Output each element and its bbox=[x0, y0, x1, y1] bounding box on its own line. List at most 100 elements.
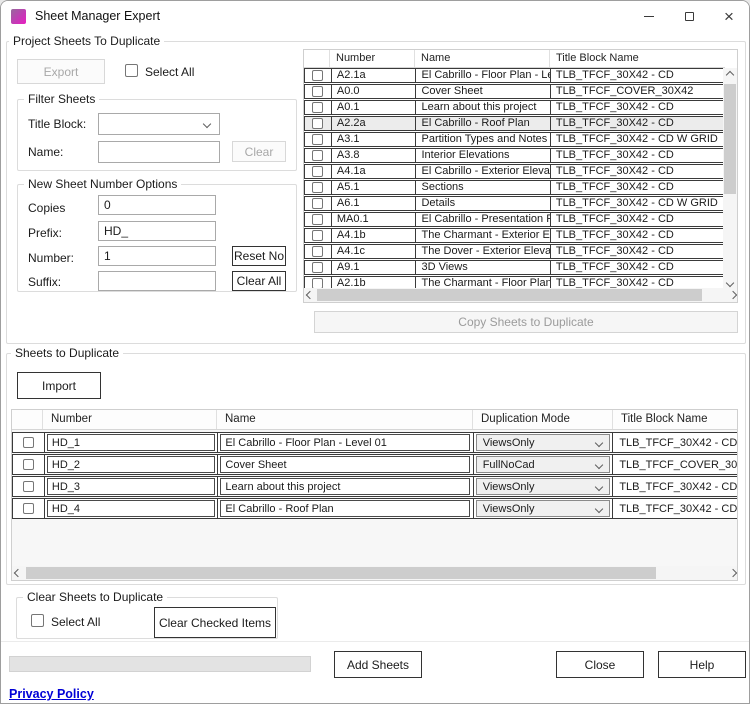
sheet-number: A0.0 bbox=[331, 85, 416, 98]
prefix-label: Prefix: bbox=[28, 226, 62, 240]
row-checkbox[interactable] bbox=[312, 230, 323, 241]
help-button[interactable]: Help bbox=[658, 651, 746, 678]
suffix-input[interactable] bbox=[98, 271, 216, 291]
duplicate-sheet-row[interactable]: FullNoCadTLB_TFCF_COVER_30X42 bbox=[12, 454, 738, 475]
row-checkbox[interactable] bbox=[23, 481, 34, 492]
sheet-name: 3D Views bbox=[415, 261, 549, 274]
project-sheet-row[interactable]: A3.8Interior ElevationsTLB_TFCF_30X42 - … bbox=[304, 148, 725, 163]
duplication-mode-cell: FullNoCad bbox=[473, 455, 613, 474]
duplicate-number-input[interactable] bbox=[47, 456, 215, 473]
project-sheet-row[interactable]: A4.1aEl Cabrillo - Exterior ElevationsTL… bbox=[304, 164, 725, 179]
duplicate-sheet-row[interactable]: ViewsOnlyTLB_TFCF_30X42 - CD bbox=[12, 476, 738, 497]
vertical-scrollbar[interactable] bbox=[723, 68, 737, 290]
scroll-up-arrow[interactable] bbox=[723, 68, 737, 82]
clear-all-numbers-button[interactable]: Clear All bbox=[232, 271, 286, 291]
duplicate-number-input[interactable] bbox=[47, 500, 215, 517]
sheet-name: Partition Types and Notes bbox=[415, 133, 549, 146]
row-checkbox-cell bbox=[305, 181, 331, 194]
duplicate-number-input[interactable] bbox=[47, 478, 215, 495]
project-sheet-row[interactable]: A9.13D ViewsTLB_TFCF_30X42 - CD bbox=[304, 260, 725, 275]
horizontal-scroll-thumb[interactable] bbox=[26, 567, 656, 579]
import-button[interactable]: Import bbox=[17, 372, 101, 399]
duplicate-sheet-row[interactable]: ViewsOnlyTLB_TFCF_30X42 - CD bbox=[12, 498, 738, 519]
row-checkbox[interactable] bbox=[312, 150, 323, 161]
duplicate-name-input[interactable] bbox=[220, 434, 470, 451]
vertical-scroll-thumb[interactable] bbox=[724, 84, 736, 194]
row-checkbox[interactable] bbox=[312, 86, 323, 97]
copies-input[interactable] bbox=[98, 195, 216, 215]
row-checkbox[interactable] bbox=[312, 118, 323, 129]
reset-number-button[interactable]: Reset No bbox=[232, 246, 286, 266]
duplicate-sheet-row[interactable]: ViewsOnlyTLB_TFCF_30X42 - CD bbox=[12, 432, 738, 453]
project-sheet-row[interactable]: A0.0Cover SheetTLB_TFCF_COVER_30X42 bbox=[304, 84, 725, 99]
row-checkbox[interactable] bbox=[312, 166, 323, 177]
row-checkbox[interactable] bbox=[23, 459, 34, 470]
project-sheet-row[interactable]: MA0.1El Cabrillo - Presentation PlanTLB_… bbox=[304, 212, 725, 227]
scroll-right-arrow[interactable] bbox=[727, 288, 738, 302]
maximize-button[interactable] bbox=[669, 1, 709, 31]
privacy-policy-link[interactable]: Privacy Policy bbox=[9, 687, 94, 701]
duplication-mode-dropdown[interactable]: FullNoCad bbox=[476, 456, 610, 473]
export-button[interactable]: Export bbox=[17, 59, 105, 84]
duplicate-sheets-table: Number Name Duplication Mode Title Block… bbox=[11, 409, 738, 581]
row-checkbox[interactable] bbox=[312, 102, 323, 113]
duplicate-name-input[interactable] bbox=[220, 478, 470, 495]
duplicate-name-input[interactable] bbox=[220, 456, 470, 473]
row-checkbox[interactable] bbox=[23, 503, 34, 514]
project-sheet-row[interactable]: A0.1Learn about this projectTLB_TFCF_30X… bbox=[304, 100, 725, 115]
number-input[interactable] bbox=[98, 246, 216, 266]
project-sheet-row[interactable]: A2.2aEl Cabrillo - Roof PlanTLB_TFCF_30X… bbox=[304, 116, 725, 131]
sheet-title-block: TLB_TFCF_30X42 - CD bbox=[550, 229, 724, 242]
project-select-all-checkbox[interactable] bbox=[125, 64, 138, 77]
project-sheet-row[interactable]: A3.1Partition Types and NotesTLB_TFCF_30… bbox=[304, 132, 725, 147]
horizontal-scrollbar[interactable] bbox=[304, 288, 738, 302]
clear-checked-items-button[interactable]: Clear Checked Items bbox=[154, 607, 276, 638]
duplicate-name-input[interactable] bbox=[220, 500, 470, 517]
duplication-mode-dropdown[interactable]: ViewsOnly bbox=[476, 434, 610, 451]
row-checkbox[interactable] bbox=[312, 246, 323, 257]
title-bar[interactable]: Sheet Manager Expert × bbox=[1, 1, 749, 31]
duplication-mode-dropdown[interactable]: ViewsOnly bbox=[476, 478, 610, 495]
close-window-button[interactable]: × bbox=[709, 1, 749, 31]
row-checkbox[interactable] bbox=[312, 70, 323, 81]
prefix-input[interactable] bbox=[98, 221, 216, 241]
project-sheet-row[interactable]: A4.1bThe Charmant - Exterior ElevaTLB_TF… bbox=[304, 228, 725, 243]
name-filter-label: Name: bbox=[28, 145, 63, 159]
add-sheets-button[interactable]: Add Sheets bbox=[334, 651, 422, 678]
row-checkbox-cell bbox=[305, 165, 331, 178]
horizontal-scrollbar[interactable] bbox=[12, 566, 738, 580]
row-checkbox-cell bbox=[13, 477, 44, 496]
project-sheet-row[interactable]: A5.1SectionsTLB_TFCF_30X42 - CD bbox=[304, 180, 725, 195]
scroll-left-arrow[interactable] bbox=[12, 566, 24, 580]
scroll-left-arrow[interactable] bbox=[304, 288, 316, 302]
project-sheet-row[interactable]: A2.1aEl Cabrillo - Floor Plan - Level 01… bbox=[304, 68, 725, 83]
row-checkbox[interactable] bbox=[312, 198, 323, 209]
copy-sheets-to-duplicate-button[interactable]: Copy Sheets to Duplicate bbox=[314, 311, 738, 333]
duplication-mode-dropdown[interactable]: ViewsOnly bbox=[476, 500, 610, 517]
row-checkbox[interactable] bbox=[312, 134, 323, 145]
title-block-filter-dropdown[interactable] bbox=[98, 113, 220, 135]
sheet-title-block: TLB_TFCF_30X42 - CD bbox=[550, 261, 724, 274]
sheets-to-duplicate-label: Sheets to Duplicate bbox=[11, 346, 123, 360]
title-block-cell: TLB_TFCF_COVER_30X42 bbox=[612, 455, 738, 474]
horizontal-scroll-thumb[interactable] bbox=[317, 289, 702, 301]
duplicate-number-input[interactable] bbox=[47, 434, 215, 451]
progress-bar bbox=[9, 656, 311, 672]
project-sheet-row[interactable]: A6.1DetailsTLB_TFCF_30X42 - CD W GRID bbox=[304, 196, 725, 211]
row-checkbox[interactable] bbox=[312, 182, 323, 193]
clear-filter-button[interactable]: Clear bbox=[232, 141, 286, 162]
scroll-right-arrow[interactable] bbox=[727, 566, 738, 580]
sheet-title-block: TLB_TFCF_COVER_30X42 bbox=[550, 85, 724, 98]
clear-select-all-checkbox[interactable] bbox=[31, 614, 44, 627]
sheet-number: A6.1 bbox=[331, 197, 416, 210]
sheet-name: El Cabrillo - Presentation Plan bbox=[415, 213, 549, 226]
row-checkbox[interactable] bbox=[312, 214, 323, 225]
row-checkbox[interactable] bbox=[23, 437, 34, 448]
minimize-button[interactable] bbox=[629, 1, 669, 31]
project-sheet-row[interactable]: A4.1cThe Dover - Exterior ElevationTLB_T… bbox=[304, 244, 725, 259]
name-filter-input[interactable] bbox=[98, 141, 220, 163]
row-checkbox[interactable] bbox=[312, 262, 323, 273]
close-button[interactable]: Close bbox=[556, 651, 644, 678]
title-block-filter-value bbox=[99, 114, 104, 128]
sheet-name: El Cabrillo - Roof Plan bbox=[415, 117, 549, 130]
